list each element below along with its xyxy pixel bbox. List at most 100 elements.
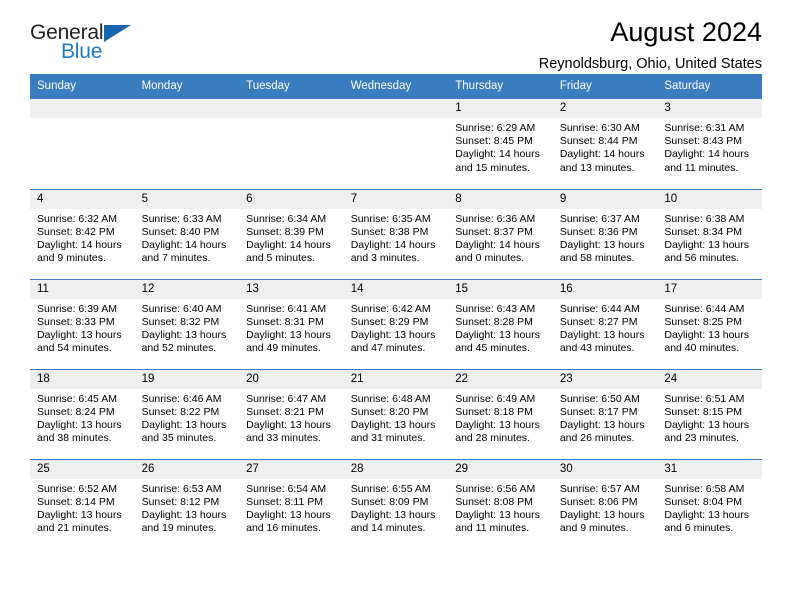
sunset-time: Sunset: 8:42 PM [37, 225, 115, 238]
daylight-duration-line1: Daylight: 14 hours [664, 148, 750, 161]
calendar-day-cell[interactable]: 1 Sunrise: 6:29 AM Sunset: 8:45 PM Daylight… [448, 99, 553, 189]
calendar-day-cell[interactable]: 7 Sunrise: 6:35 AM Sunset: 8:38 PM Daylight… [343, 188, 449, 279]
sunrise-time: Sunrise: 6:30 AM [559, 122, 640, 134]
sunrise-time: Sunrise: 6:39 AM [37, 302, 117, 315]
daylight-duration-line1: Daylight: 14 hours [141, 238, 227, 251]
location-subtitle: Reynoldsburg, Ohio, United States [538, 56, 762, 72]
day-cell-details: Sunrise: 6:43 AM Sunset: 8:28 PM Daylight:… [448, 299, 553, 356]
weekday-header-thursday: Thursday [448, 74, 553, 99]
calendar-day-cell[interactable]: 18 Sunrise: 6:45 AM Sunset: 8:24 PM Dayligh… [30, 368, 135, 459]
calendar-day-cell[interactable]: 23 Sunrise: 6:50 AM Sunset: 8:17 PM Dayligh… [552, 368, 658, 459]
calendar-day-cell[interactable]: 3 Sunrise: 6:31 AM Sunset: 8:43 PM Daylight… [657, 99, 762, 189]
calendar-header-row: Sunday Monday Tuesday Wednesday Thursday… [30, 74, 762, 99]
daylight-duration-line1: Daylight: 13 hours [664, 508, 750, 521]
day-number: 15 [448, 279, 553, 299]
day-cell-details: Sunrise: 6:42 AM Sunset: 8:29 PM Daylight:… [344, 299, 449, 356]
sunrise-time: Sunrise: 6:52 AM [37, 482, 117, 495]
calendar-day-cell[interactable]: 16 Sunrise: 6:44 AM Sunset: 8:27 PM Dayligh… [552, 278, 658, 369]
calendar-day-cell[interactable]: 19 Sunrise: 6:46 AM Sunset: 8:22 PM Dayligh… [134, 368, 240, 459]
day-number: 9 [552, 189, 658, 209]
sunset-time: Sunset: 8:43 PM [664, 135, 743, 148]
sunset-time: Sunset: 8:27 PM [559, 315, 638, 328]
daylight-duration-line1: Daylight: 14 hours [350, 238, 436, 251]
calendar-day-cell[interactable]: 4 Sunrise: 6:32 AM Sunset: 8:42 PM Daylight… [30, 188, 135, 279]
calendar-day-cell[interactable]: 13 Sunrise: 6:41 AM Sunset: 8:31 PM Dayligh… [239, 278, 344, 369]
day-number: 22 [448, 369, 553, 389]
sunrise-time: Sunrise: 6:56 AM [455, 482, 536, 495]
calendar-day-cell[interactable]: 27 Sunrise: 6:54 AM Sunset: 8:11 PM Dayligh… [239, 458, 344, 549]
daylight-duration-line2: and 11 minutes. [664, 161, 739, 174]
daylight-duration-line1: Daylight: 13 hours [37, 418, 122, 431]
calendar-day-cell[interactable]: 12 Sunrise: 6:40 AM Sunset: 8:32 PM Dayligh… [134, 278, 240, 369]
daylight-duration-line1: Daylight: 13 hours [455, 418, 540, 431]
daylight-duration-line1: Daylight: 13 hours [664, 238, 750, 251]
day-cell-inner: 16 Sunrise: 6:44 AM Sunset: 8:27 PM Dayligh… [552, 279, 658, 369]
calendar-day-cell[interactable]: 11 Sunrise: 6:39 AM Sunset: 8:33 PM Dayligh… [30, 278, 135, 369]
calendar-day-cell[interactable]: 29 Sunrise: 6:56 AM Sunset: 8:08 PM Dayligh… [448, 458, 553, 549]
daylight-duration-line1: Daylight: 13 hours [559, 508, 645, 521]
calendar-day-cell[interactable]: 30 Sunrise: 6:57 AM Sunset: 8:06 PM Dayligh… [552, 458, 658, 549]
day-cell-inner: 22 Sunrise: 6:49 AM Sunset: 8:18 PM Dayligh… [448, 369, 553, 459]
sunrise-time: Sunrise: 6:37 AM [559, 212, 640, 225]
sunrise-time: Sunrise: 6:58 AM [664, 482, 745, 495]
calendar-day-cell[interactable]: 25 Sunrise: 6:52 AM Sunset: 8:14 PM Dayligh… [30, 458, 135, 549]
calendar-day-cell[interactable]: 22 Sunrise: 6:49 AM Sunset: 8:18 PM Dayligh… [448, 368, 553, 459]
sunset-time: Sunset: 8:08 PM [455, 495, 533, 508]
daylight-duration-line2: and 5 minutes. [246, 252, 316, 265]
daylight-duration-line2: and 9 minutes. [559, 522, 629, 535]
calendar-day-cell[interactable]: 2 Sunrise: 6:30 AM Sunset: 8:44 PM Daylight… [552, 99, 658, 189]
calendar-day-cell[interactable]: 10 Sunrise: 6:38 AM Sunset: 8:34 PM Dayligh… [657, 188, 762, 279]
day-number: 2 [552, 99, 658, 118]
day-number: 13 [239, 279, 344, 299]
sunset-time: Sunset: 8:31 PM [246, 315, 324, 328]
triangle-logo-icon [104, 25, 131, 42]
daylight-duration-line1: Daylight: 13 hours [350, 508, 436, 521]
calendar-day-cell[interactable]: 17 Sunrise: 6:44 AM Sunset: 8:25 PM Dayligh… [657, 278, 762, 369]
calendar-day-cell[interactable]: 14 Sunrise: 6:42 AM Sunset: 8:29 PM Dayligh… [343, 278, 449, 369]
calendar-body: 1 Sunrise: 6:29 AM Sunset: 8:45 PM Daylight… [30, 99, 762, 549]
title-block: August 2024 Reynoldsburg, Ohio, United S… [539, 16, 762, 73]
sunset-time: Sunset: 8:24 PM [37, 405, 115, 418]
calendar-day-cell[interactable]: 8 Sunrise: 6:36 AM Sunset: 8:37 PM Daylight… [448, 188, 553, 279]
calendar-day-cell[interactable]: 24 Sunrise: 6:51 AM Sunset: 8:15 PM Dayligh… [657, 368, 762, 459]
day-cell-details: Sunrise: 6:48 AM Sunset: 8:20 PM Daylight:… [344, 389, 449, 446]
calendar-day-cell[interactable]: 20 Sunrise: 6:47 AM Sunset: 8:21 PM Dayligh… [239, 368, 344, 459]
calendar-day-cell[interactable]: 5 Sunrise: 6:33 AM Sunset: 8:40 PM Daylight… [134, 188, 240, 279]
day-cell-inner: 4 Sunrise: 6:32 AM Sunset: 8:42 PM Daylight… [30, 189, 135, 279]
calendar-day-cell[interactable]: 31 Sunrise: 6:58 AM Sunset: 8:04 PM Dayligh… [657, 458, 762, 549]
calendar-day-cell[interactable]: 6 Sunrise: 6:34 AM Sunset: 8:39 PM Daylight… [239, 188, 344, 279]
day-cell-details: Sunrise: 6:50 AM Sunset: 8:17 PM Daylight:… [553, 389, 658, 446]
daylight-duration-line1: Daylight: 13 hours [455, 328, 540, 341]
day-number: 31 [657, 459, 762, 479]
day-cell-inner: 27 Sunrise: 6:54 AM Sunset: 8:11 PM Dayligh… [239, 459, 344, 549]
day-number: 25 [30, 459, 135, 479]
daylight-duration-line1: Daylight: 13 hours [559, 418, 645, 431]
general-blue-logo[interactable]: General Blue [30, 22, 180, 68]
daylight-duration-line1: Daylight: 13 hours [246, 328, 331, 341]
day-cell-inner: 29 Sunrise: 6:56 AM Sunset: 8:08 PM Dayligh… [448, 459, 553, 549]
day-cell-inner: 11 Sunrise: 6:39 AM Sunset: 8:33 PM Dayligh… [30, 279, 135, 369]
sunset-time: Sunset: 8:25 PM [664, 315, 743, 328]
daylight-duration-line2: and 31 minutes. [350, 432, 426, 445]
calendar-day-cell[interactable]: 21 Sunrise: 6:48 AM Sunset: 8:20 PM Dayligh… [343, 368, 449, 459]
sunset-time: Sunset: 8:21 PM [246, 405, 324, 418]
day-cell-inner: 15 Sunrise: 6:43 AM Sunset: 8:28 PM Dayligh… [448, 279, 553, 369]
page-title: August 2024 [610, 17, 762, 47]
daylight-duration-line2: and 14 minutes. [350, 522, 426, 535]
calendar-day-cell[interactable]: 9 Sunrise: 6:37 AM Sunset: 8:36 PM Daylight… [552, 188, 658, 279]
day-number [30, 99, 135, 118]
calendar-day-cell[interactable]: 26 Sunrise: 6:53 AM Sunset: 8:12 PM Dayligh… [134, 458, 240, 549]
daylight-duration-line2: and 19 minutes. [141, 522, 217, 535]
day-number: 18 [30, 369, 135, 389]
sunrise-time: Sunrise: 6:41 AM [246, 302, 327, 315]
calendar-day-cell[interactable]: 15 Sunrise: 6:43 AM Sunset: 8:28 PM Dayligh… [448, 278, 553, 369]
sunset-time: Sunset: 8:38 PM [350, 225, 429, 238]
sunrise-time: Sunrise: 6:54 AM [246, 482, 327, 495]
day-cell-inner: 14 Sunrise: 6:42 AM Sunset: 8:29 PM Dayligh… [343, 279, 449, 369]
day-number: 5 [134, 189, 240, 209]
day-cell-inner [30, 99, 135, 188]
day-cell-inner: 3 Sunrise: 6:31 AM Sunset: 8:43 PM Daylight… [657, 99, 762, 188]
sunrise-time: Sunrise: 6:31 AM [664, 122, 745, 134]
calendar-week-row: 25 Sunrise: 6:52 AM Sunset: 8:14 PM Dayligh… [30, 458, 762, 549]
calendar-day-cell[interactable]: 28 Sunrise: 6:55 AM Sunset: 8:09 PM Dayligh… [343, 458, 449, 549]
